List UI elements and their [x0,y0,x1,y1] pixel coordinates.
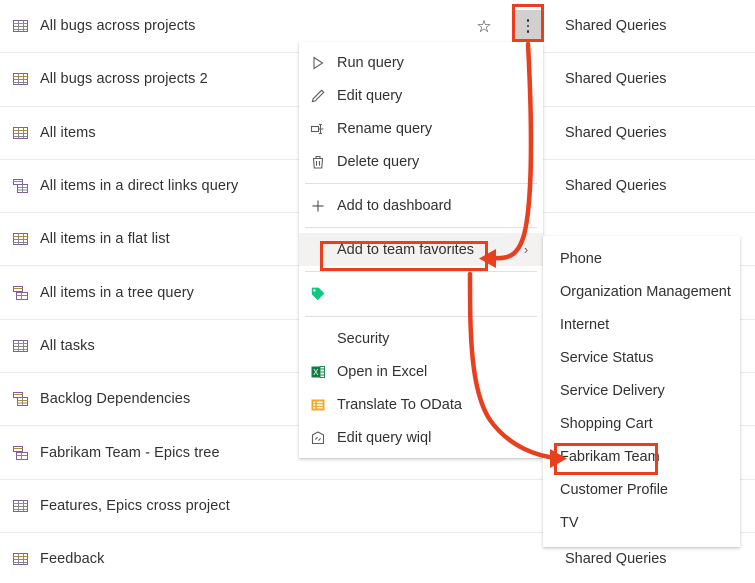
query-folder: Shared Queries [565,18,667,35]
menu-item-label: Rename query [337,120,433,137]
query-direct-links-icon [0,391,40,407]
submenu-item-internet[interactable]: Internet [543,308,740,341]
add-to-dashboard-icon [299,198,337,214]
screen: All bugs across projects ☆ Shared Queries A… [0,0,755,583]
chevron-right-icon: › [523,242,529,257]
menu-item-label: Security [337,330,390,347]
menu-item-open-in-excel[interactable]: X Open in Excel [299,355,543,388]
menu-item-label: Run query [337,54,404,71]
delete-query-icon [299,154,337,170]
menu-separator [305,227,537,228]
edit-wiql-icon [299,430,337,446]
submenu-item-shopping-cart[interactable]: Shopping Cart [543,407,740,440]
run-query-icon [299,55,337,71]
menu-item-edit-query[interactable]: Edit query [299,79,543,112]
query-name[interactable]: All bugs across projects [40,18,462,34]
menu-item-add-to-team-favorites[interactable]: Add to team favorites › [299,233,543,266]
menu-item-edit-query-wiql[interactable]: Edit query wiql [299,421,543,454]
edit-query-icon [299,88,337,104]
menu-item-label: Open in Excel [337,363,428,380]
query-flat-grid-icon [0,125,40,141]
query-flat-grid-icon [0,71,40,87]
submenu-item-service-delivery[interactable]: Service Delivery [543,374,740,407]
submenu-item-service-status[interactable]: Service Status [543,341,740,374]
menu-item-rename-query[interactable]: Rename query [299,112,543,145]
menu-item-tag-icon[interactable] [299,277,543,311]
menu-item-delete-query[interactable]: Delete query [299,145,543,178]
favorite-star-icon[interactable]: ☆ [462,18,506,35]
query-flat-grid-icon [0,498,40,514]
query-folder: Shared Queries [565,71,667,88]
submenu-item-fabrikam-team[interactable]: Fabrikam Team [543,440,740,473]
menu-item-run-query[interactable]: Run query [299,46,543,79]
menu-item-label: Translate To OData [337,396,462,413]
menu-item-security[interactable]: Security [299,322,543,355]
menu-item-label: Add to dashboard [337,197,452,214]
submenu-item-organization-management[interactable]: Organization Management [543,275,740,308]
query-folder: Shared Queries [565,124,667,141]
menu-separator [305,183,537,184]
query-folder: Shared Queries [565,551,667,568]
submenu-item-tv[interactable]: TV [543,506,740,539]
menu-item-add-to-dashboard[interactable]: Add to dashboard [299,189,543,222]
menu-item-label: Delete query [337,153,420,170]
query-tree-icon [0,445,40,461]
menu-separator [305,271,537,272]
menu-item-translate-to-odata[interactable]: Translate To OData [299,388,543,421]
query-flat-grid-icon [0,18,40,34]
query-name[interactable]: Features, Epics cross project [40,498,462,514]
odata-icon [299,397,337,413]
menu-item-label: Edit query wiql [337,429,432,446]
submenu-item-customer-profile[interactable]: Customer Profile [543,473,740,506]
query-name[interactable]: Feedback [40,551,462,567]
excel-icon: X [299,364,337,380]
submenu-item-phone[interactable]: Phone [543,242,740,275]
query-tree-icon [0,285,40,301]
query-folder: Shared Queries [565,178,667,195]
more-dots-glyph [526,19,530,33]
query-flat-grid-icon [0,338,40,354]
svg-text:X: X [313,368,319,377]
query-flat-grid-icon [0,551,40,567]
menu-item-label: Edit query [337,87,403,104]
query-direct-links-icon [0,178,40,194]
query-flat-grid-icon [0,231,40,247]
team-favorites-submenu[interactable]: Phone Organization Management Internet Serv… [543,236,740,547]
more-actions-icon[interactable] [506,10,550,43]
menu-item-label: Add to team favorites [337,241,475,258]
menu-separator [305,316,537,317]
query-context-menu[interactable]: Run query Edit query Rename query Delete qu… [299,42,543,458]
star-glyph: ☆ [476,16,492,36]
tag-icon [299,286,337,302]
more-actions-button[interactable] [512,10,544,43]
rename-query-icon [299,121,337,137]
